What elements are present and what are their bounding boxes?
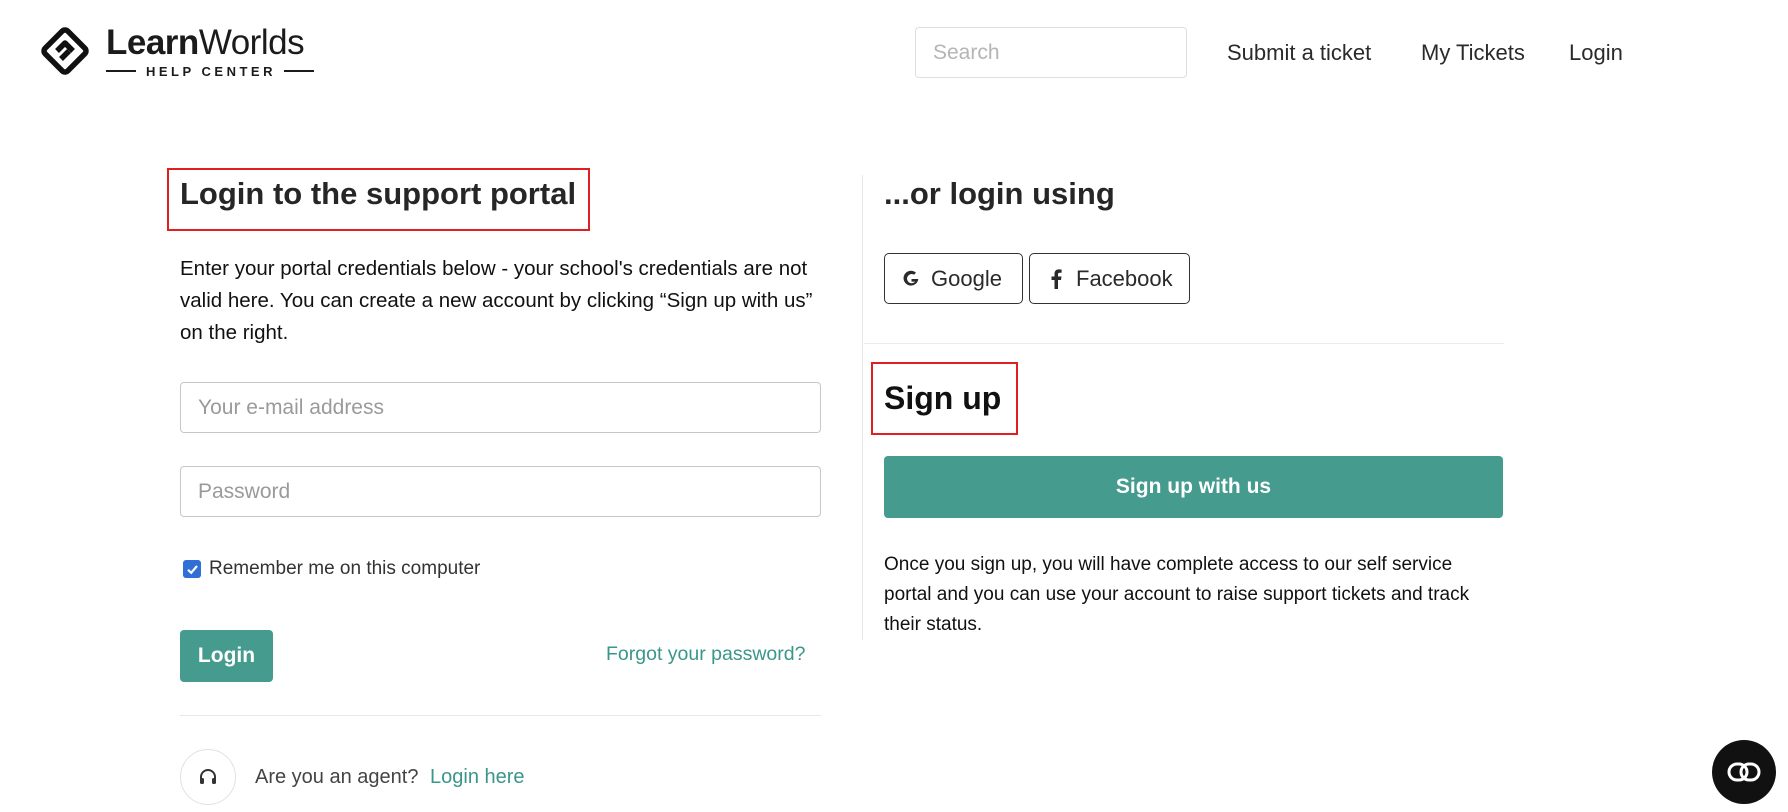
logo-rule-left [106,70,136,72]
logo-subtitle: HELP CENTER [106,64,314,79]
login-button[interactable]: Login [180,630,273,682]
signup-title: Sign up [884,380,1002,416]
logo-text: LearnWorlds HELP CENTER [106,22,314,79]
password-field[interactable] [180,466,821,517]
facebook-icon [1045,268,1067,290]
learnworlds-logo-icon [41,27,89,75]
facebook-label: Facebook [1076,265,1173,291]
remember-me[interactable]: Remember me on this computer [183,558,480,580]
signup-description: Once you sign up, you will have complete… [884,554,1470,635]
email-field[interactable] [180,382,821,433]
nav-login[interactable]: Login [1569,40,1623,66]
login-title: Login to the support portal [180,176,577,211]
checkmark-icon [186,564,198,574]
forgot-password-link[interactable]: Forgot your password? [606,643,805,666]
signup-button[interactable]: Sign up with us [884,456,1503,518]
column-divider [862,175,863,640]
logo-rule-right [284,70,314,72]
remember-label[interactable]: Remember me on this computer [209,558,480,580]
logo-brand: LearnWorlds [106,22,305,62]
chat-widget-button[interactable] [1712,740,1776,804]
google-icon [900,268,922,290]
google-login-button[interactable]: Google [884,253,1023,304]
google-label: Google [931,265,1002,291]
nav-submit-ticket[interactable]: Submit a ticket [1227,40,1371,66]
headset-icon [180,749,236,805]
search-input[interactable] [915,27,1187,78]
login-intro-text: Enter your portal credentials below - yo… [180,257,813,344]
facebook-login-button[interactable]: Facebook [1029,253,1190,304]
logo[interactable]: LearnWorlds HELP CENTER [36,22,314,80]
divider [180,715,821,716]
agent-question: Are you an agent? [255,766,419,788]
agent-login-link[interactable]: Login here [430,766,525,789]
social-login-title: ...or login using [884,176,1115,211]
nav-my-tickets[interactable]: My Tickets [1421,40,1525,66]
divider [864,343,1504,344]
remember-checkbox[interactable] [183,560,201,578]
chat-icon [1727,762,1761,782]
